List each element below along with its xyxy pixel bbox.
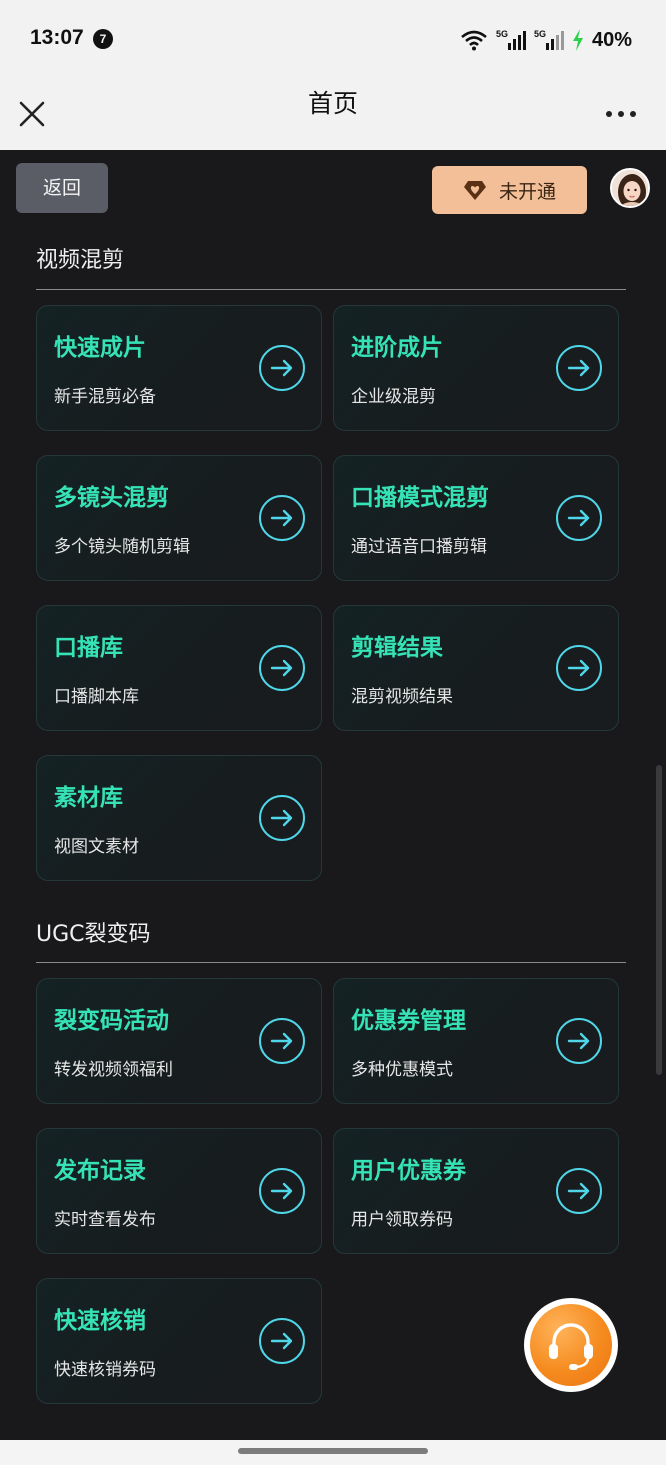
- section-divider: [36, 289, 626, 290]
- arrow-right-icon: [259, 645, 305, 691]
- arrow-right-icon: [556, 495, 602, 541]
- section-divider: [36, 962, 626, 963]
- arrow-right-icon: [259, 795, 305, 841]
- card-user-coupons[interactable]: 用户优惠券 用户领取券码: [333, 1128, 619, 1254]
- card-subtitle: 通过语音口播剪辑: [351, 537, 487, 557]
- card-title: 素材库: [54, 785, 123, 811]
- page-title: 首页: [307, 89, 358, 118]
- card-title: 优惠券管理: [351, 1008, 466, 1034]
- card-title: 口播库: [54, 635, 123, 661]
- card-subtitle: 用户领取券码: [351, 1210, 453, 1230]
- home-indicator[interactable]: [238, 1448, 428, 1454]
- arrow-right-icon: [556, 1168, 602, 1214]
- card-material-library[interactable]: 素材库 视图文素材: [36, 755, 322, 881]
- arrow-right-icon: [556, 1018, 602, 1064]
- status-time: 13:07: [30, 26, 84, 49]
- more-icon[interactable]: [604, 98, 638, 128]
- card-quick-redeem[interactable]: 快速核销 快速核销券码: [36, 1278, 322, 1404]
- card-title: 裂变码活动: [54, 1008, 169, 1034]
- arrow-right-icon: [259, 1318, 305, 1364]
- card-title: 多镜头混剪: [54, 485, 169, 511]
- section-title-ugc: UGC裂变码: [36, 922, 151, 947]
- card-title: 快速成片: [54, 335, 146, 361]
- arrow-right-icon: [556, 345, 602, 391]
- signal-icon-2: 5G: [534, 29, 564, 50]
- battery-level: 40%: [591, 28, 632, 51]
- card-publish-records[interactable]: 发布记录 实时查看发布: [36, 1128, 322, 1254]
- signal-2-label: 5G: [534, 29, 546, 39]
- scrollbar[interactable]: [656, 765, 662, 1075]
- card-title: 口播模式混剪: [351, 485, 489, 511]
- arrow-right-icon: [259, 345, 305, 391]
- avatar[interactable]: [610, 168, 650, 208]
- avatar-image: [612, 170, 648, 206]
- arrow-right-icon: [259, 495, 305, 541]
- card-subtitle: 快速核销券码: [54, 1360, 156, 1380]
- support-background: [530, 1304, 612, 1386]
- card-multi-lens-mix[interactable]: 多镜头混剪 多个镜头随机剪辑: [36, 455, 322, 581]
- card-voiceover-mix[interactable]: 口播模式混剪 通过语音口播剪辑: [333, 455, 619, 581]
- card-subtitle: 实时查看发布: [54, 1210, 156, 1230]
- wifi-icon: [461, 30, 487, 51]
- card-subtitle: 混剪视频结果: [351, 687, 453, 707]
- card-subtitle: 口播脚本库: [54, 687, 139, 707]
- section-title-video-mix: 视频混剪: [36, 248, 125, 273]
- nav-bar: 首页: [0, 80, 666, 150]
- vip-button[interactable]: 未开通: [432, 166, 587, 214]
- notification-badge: 7: [93, 29, 113, 49]
- card-subtitle: 新手混剪必备: [54, 387, 156, 407]
- card-subtitle: 视图文素材: [54, 837, 139, 857]
- card-subtitle: 企业级混剪: [351, 387, 436, 407]
- arrow-right-icon: [259, 1018, 305, 1064]
- card-title: 发布记录: [54, 1158, 146, 1184]
- card-edit-results[interactable]: 剪辑结果 混剪视频结果: [333, 605, 619, 731]
- card-quick-film[interactable]: 快速成片 新手混剪必备: [36, 305, 322, 431]
- card-voiceover-library[interactable]: 口播库 口播脚本库: [36, 605, 322, 731]
- customer-service-button[interactable]: [524, 1298, 618, 1392]
- main-content: 返回 未开通 视频混剪 快速成片 新手混剪必备 进阶成片 企业级混剪 多镜头混剪: [0, 150, 666, 1440]
- card-title: 剪辑结果: [351, 635, 443, 661]
- card-title: 用户优惠券: [351, 1158, 466, 1184]
- status-icons: 5G 5G 40%: [460, 24, 632, 56]
- card-title: 快速核销: [54, 1308, 146, 1334]
- charging-icon: [572, 29, 583, 51]
- card-subtitle: 多个镜头随机剪辑: [54, 537, 190, 557]
- back-button[interactable]: 返回: [16, 163, 108, 213]
- status-bar: 13:07 7 5G 5G 40%: [0, 0, 666, 80]
- arrow-right-icon: [259, 1168, 305, 1214]
- vip-label: 未开通: [498, 180, 556, 203]
- headset-icon: [549, 1323, 593, 1370]
- card-coupon-management[interactable]: 优惠券管理 多种优惠模式: [333, 978, 619, 1104]
- signal-icon-1: 5G: [496, 29, 526, 50]
- card-advanced-film[interactable]: 进阶成片 企业级混剪: [333, 305, 619, 431]
- card-subtitle: 多种优惠模式: [351, 1060, 453, 1080]
- card-title: 进阶成片: [351, 335, 443, 361]
- card-fission-activity[interactable]: 裂变码活动 转发视频领福利: [36, 978, 322, 1104]
- diamond-heart-icon: [463, 181, 486, 200]
- card-subtitle: 转发视频领福利: [54, 1060, 173, 1080]
- signal-1-label: 5G: [496, 29, 508, 39]
- bottom-bar: [0, 1440, 666, 1465]
- arrow-right-icon: [556, 645, 602, 691]
